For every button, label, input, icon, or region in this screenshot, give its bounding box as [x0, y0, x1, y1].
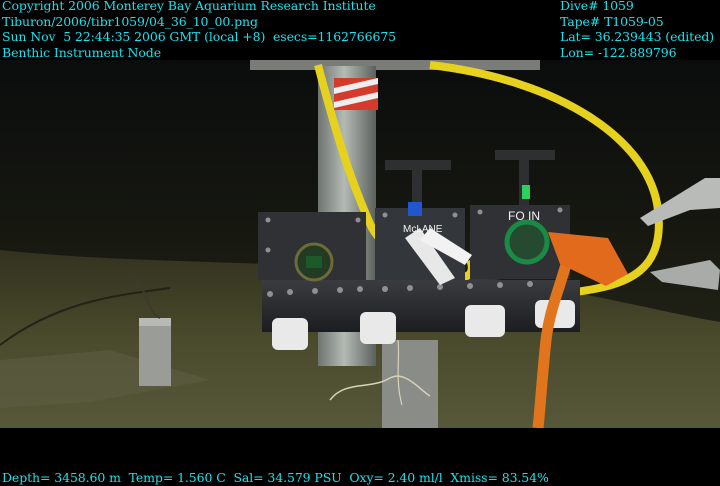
- overlay-dive-number: Dive# 1059: [560, 0, 634, 13]
- overlay-timestamp: Sun Nov 5 22:44:35 2006 GMT (local +8) e…: [2, 29, 397, 44]
- overlay-top-left: Copyright 2006 Monterey Bay Aquarium Res…: [2, 0, 396, 60]
- seafloor-scene: McLANE FO IN: [0, 60, 720, 428]
- connector-fo-in: [504, 219, 550, 265]
- overlay-latitude: Lat= 36.239443 (edited): [560, 29, 715, 44]
- label-fo-in: FO IN: [508, 209, 540, 223]
- frame-top-bar: [250, 60, 540, 70]
- overlay-top-right: Dive# 1059 Tape# T1059-05 Lat= 36.239443…: [560, 0, 714, 60]
- bulkhead-plate: [262, 280, 580, 332]
- overlay-tape-number: Tape# T1059-05: [560, 13, 664, 29]
- overlay-copyright: Copyright 2006 Monterey Bay Aquarium Res…: [2, 0, 376, 13]
- label-mclane: McLANE: [403, 224, 443, 235]
- video-frame: McLANE FO IN Copyright 2006 Monterey Bay…: [0, 0, 720, 486]
- scene-illustration: McLANE FO IN: [0, 60, 720, 428]
- green-tag: [522, 185, 530, 199]
- overlay-longitude: Lon= -122.889796: [560, 44, 677, 60]
- pole-base: [382, 340, 438, 428]
- overlay-description: Benthic Instrument Node: [2, 44, 161, 60]
- sediment-stake: [139, 318, 171, 386]
- overlay-sensor-readout: Depth= 3458.60 m Temp= 1.560 C Sal= 34.5…: [2, 470, 549, 485]
- blue-tag: [408, 202, 422, 216]
- overlay-image-path: Tiburon/2006/tibr1059/04_36_10_00.png: [2, 13, 258, 29]
